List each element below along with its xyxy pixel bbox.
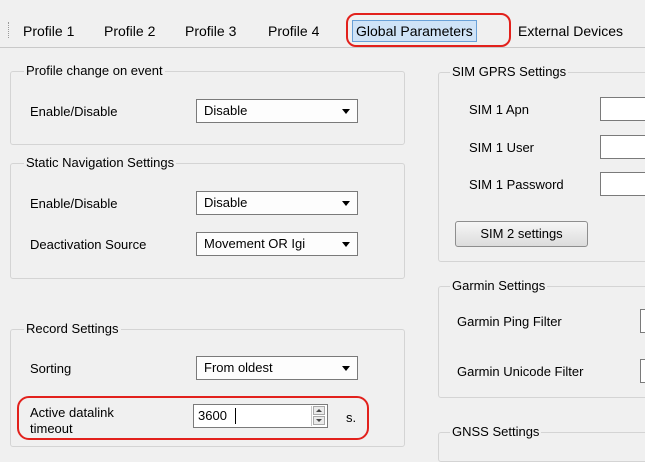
chevron-down-icon	[342, 109, 350, 114]
static-nav-enable-label: Enable/Disable	[30, 196, 118, 211]
sorting-label: Sorting	[30, 361, 72, 376]
sim2-settings-button[interactable]: SIM 2 settings	[455, 221, 588, 247]
chevron-down-icon	[342, 242, 350, 247]
sim1-apn-input[interactable]	[600, 97, 645, 121]
toolbar-grip	[8, 22, 11, 38]
tab-external-devices[interactable]: External Devices	[518, 22, 623, 40]
highlight-timeout	[17, 396, 369, 440]
dropdown-value: Movement OR Igi	[204, 236, 306, 251]
tab-profile-1[interactable]: Profile 1	[23, 22, 74, 40]
garmin-ping-label: Garmin Ping Filter	[457, 314, 562, 329]
static-nav-title: Static Navigation Settings	[24, 155, 177, 171]
tab-profile-3[interactable]: Profile 3	[185, 22, 236, 40]
dropdown-value: Disable	[204, 103, 248, 118]
sim1-password-label: SIM 1 Password	[469, 177, 564, 192]
tab-profile-2[interactable]: Profile 2	[104, 22, 155, 40]
deactivation-source-label: Deactivation Source	[30, 237, 147, 252]
sim1-password-input[interactable]	[600, 172, 645, 196]
record-settings-title: Record Settings	[24, 321, 121, 337]
static-nav-enable-dropdown[interactable]: Disable	[196, 191, 358, 215]
sim1-user-label: SIM 1 User	[469, 140, 535, 155]
chevron-down-icon	[342, 366, 350, 371]
garmin-ping-input[interactable]	[640, 309, 645, 333]
sorting-dropdown[interactable]: From oldest	[196, 356, 358, 380]
tab-divider	[0, 47, 645, 48]
static-nav-group	[10, 163, 405, 279]
sim1-user-input[interactable]	[600, 135, 645, 159]
tab-profile-4[interactable]: Profile 4	[268, 22, 319, 40]
dropdown-value: Disable	[204, 195, 248, 210]
dropdown-value: From oldest	[204, 360, 273, 375]
tab-bar: Profile 1 Profile 2 Profile 3 Profile 4 …	[0, 0, 645, 56]
deactivation-source-dropdown[interactable]: Movement OR Igi	[196, 232, 358, 256]
garmin-unicode-input[interactable]	[640, 359, 645, 383]
highlight-global-parameters	[346, 13, 511, 47]
profile-change-enable-label: Enable/Disable	[30, 104, 118, 119]
chevron-down-icon	[342, 201, 350, 206]
garmin-title: Garmin Settings	[450, 278, 548, 294]
profile-change-enable-dropdown[interactable]: Disable	[196, 99, 358, 123]
sim-gprs-title: SIM GPRS Settings	[450, 64, 569, 80]
sim1-apn-label: SIM 1 Apn	[469, 102, 529, 117]
gnss-title: GNSS Settings	[450, 424, 542, 440]
garmin-unicode-label: Garmin Unicode Filter	[457, 364, 584, 379]
profile-change-title: Profile change on event	[24, 63, 165, 79]
garmin-group	[438, 286, 645, 398]
